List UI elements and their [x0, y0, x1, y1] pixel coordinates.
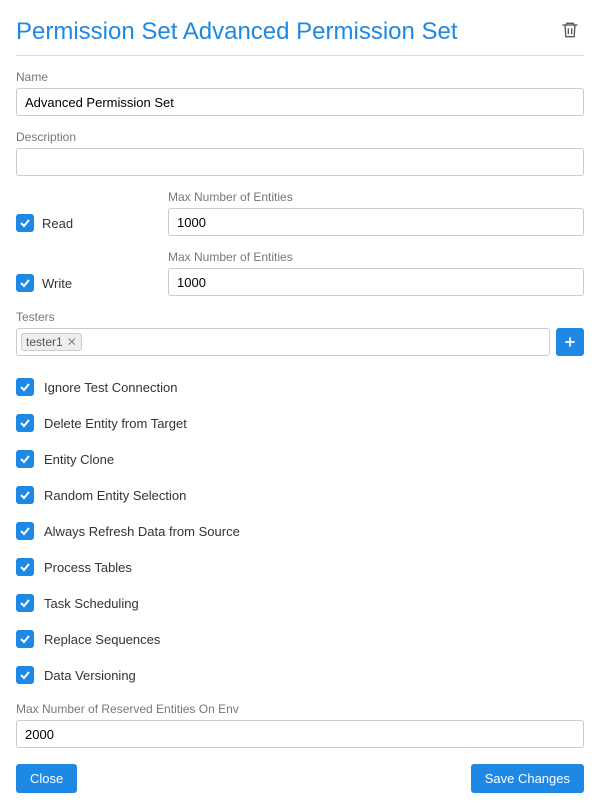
- read-label: Read: [42, 216, 73, 231]
- entity-clone-checkbox[interactable]: [16, 450, 34, 468]
- description-label: Description: [16, 130, 584, 144]
- entity-clone-label: Entity Clone: [44, 452, 114, 467]
- task-scheduling-label: Task Scheduling: [44, 596, 139, 611]
- delete-entity-label: Delete Entity from Target: [44, 416, 187, 431]
- page-title: Permission Set Advanced Permission Set: [16, 16, 458, 47]
- add-tester-button[interactable]: [556, 328, 584, 356]
- tester-tag-label: tester1: [26, 335, 63, 349]
- delete-entity-checkbox[interactable]: [16, 414, 34, 432]
- ignore-test-connection-checkbox[interactable]: [16, 378, 34, 396]
- random-entity-label: Random Entity Selection: [44, 488, 186, 503]
- delete-icon[interactable]: [556, 16, 584, 47]
- always-refresh-checkbox[interactable]: [16, 522, 34, 540]
- name-input[interactable]: [16, 88, 584, 116]
- description-input[interactable]: [16, 148, 584, 176]
- save-changes-button[interactable]: Save Changes: [471, 764, 584, 793]
- write-max-input[interactable]: [168, 268, 584, 296]
- data-versioning-checkbox[interactable]: [16, 666, 34, 684]
- replace-sequences-checkbox[interactable]: [16, 630, 34, 648]
- tester-tag: tester1 ✕: [21, 333, 82, 351]
- read-checkbox[interactable]: [16, 214, 34, 232]
- always-refresh-label: Always Refresh Data from Source: [44, 524, 240, 539]
- name-label: Name: [16, 70, 584, 84]
- data-versioning-label: Data Versioning: [44, 668, 136, 683]
- random-entity-checkbox[interactable]: [16, 486, 34, 504]
- reserved-label: Max Number of Reserved Entities On Env: [16, 702, 584, 716]
- write-checkbox[interactable]: [16, 274, 34, 292]
- read-max-label: Max Number of Entities: [168, 190, 584, 204]
- read-max-input[interactable]: [168, 208, 584, 236]
- replace-sequences-label: Replace Sequences: [44, 632, 160, 647]
- write-label: Write: [42, 276, 72, 291]
- divider: [16, 55, 584, 56]
- write-max-label: Max Number of Entities: [168, 250, 584, 264]
- testers-input[interactable]: tester1 ✕: [16, 328, 550, 356]
- process-tables-checkbox[interactable]: [16, 558, 34, 576]
- process-tables-label: Process Tables: [44, 560, 132, 575]
- task-scheduling-checkbox[interactable]: [16, 594, 34, 612]
- remove-tag-icon[interactable]: ✕: [67, 336, 77, 348]
- close-button[interactable]: Close: [16, 764, 77, 793]
- reserved-input[interactable]: [16, 720, 584, 748]
- testers-label: Testers: [16, 310, 584, 324]
- ignore-test-connection-label: Ignore Test Connection: [44, 380, 177, 395]
